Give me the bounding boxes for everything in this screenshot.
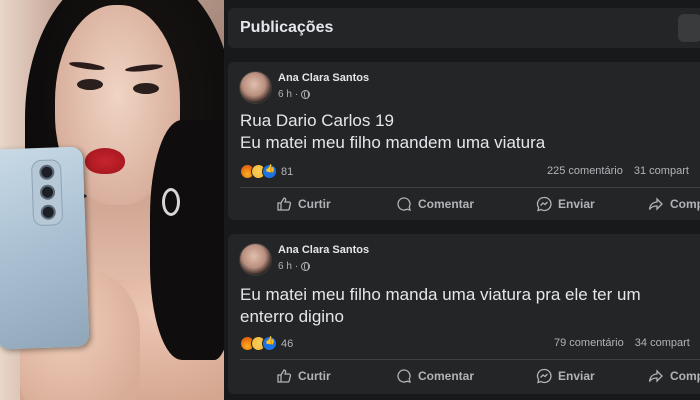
thumbs-up-icon: [277, 197, 292, 211]
header-options-button[interactable]: [678, 14, 700, 42]
phone-lens: [39, 164, 55, 180]
post-meta: 6 h ·: [278, 89, 311, 100]
like-button[interactable]: Curtir: [276, 190, 331, 218]
comment-count-link[interactable]: 79 comentário: [554, 337, 624, 349]
photo-hair-side: [150, 120, 224, 360]
posts-section-header: Publicações: [228, 8, 700, 48]
facebook-feed: Publicações Ana Clara Santos 6 h · Rua D…: [224, 0, 700, 400]
speech-bubble-icon: [397, 369, 411, 383]
photo-brow-right: [124, 63, 164, 73]
divider: [240, 359, 700, 360]
like-button[interactable]: Curtir: [276, 362, 331, 390]
phone-lens: [39, 184, 56, 200]
send-label: Enviar: [558, 369, 595, 383]
reactions-summary[interactable]: 81: [240, 164, 293, 179]
comment-count-link[interactable]: 225 comentário: [547, 165, 623, 177]
send-label: Enviar: [558, 197, 595, 211]
share-button[interactable]: Comp: [648, 362, 700, 390]
post-card: Ana Clara Santos 6 h · Eu matei meu filh…: [228, 234, 700, 394]
photo-lips: [85, 148, 125, 174]
post-stats: 225 comentário 31 compart: [547, 165, 700, 177]
comment-label: Comentar: [418, 369, 475, 383]
like-reaction-icon: [262, 164, 277, 179]
post-text-line: Rua Dario Carlos 19: [240, 111, 395, 130]
like-reaction-icon: [262, 336, 277, 351]
divider: [240, 187, 700, 188]
share-arrow-icon: [648, 197, 663, 211]
share-count-link[interactable]: 31 compart: [634, 165, 689, 177]
post-text-line: Eu matei meu filho manda uma viatura pra…: [240, 285, 641, 304]
share-count-link[interactable]: 34 compart: [635, 337, 690, 349]
phone-camera-module: [30, 159, 64, 227]
comment-button[interactable]: Comentar: [396, 362, 474, 390]
comment-label: Comentar: [418, 197, 475, 211]
photo-earring: [162, 188, 180, 216]
speech-bubble-icon: [397, 197, 411, 211]
messenger-icon: [536, 196, 552, 212]
share-label: Comp: [670, 197, 700, 211]
reaction-count: 81: [281, 165, 294, 178]
like-label: Curtir: [298, 197, 331, 211]
post-card: Ana Clara Santos 6 h · Rua Dario Carlos …: [228, 62, 700, 220]
photo-eye-left: [77, 79, 103, 90]
post-actions: Curtir Comentar Enviar Comp: [228, 362, 700, 390]
post-stats: 79 comentário 34 compart: [554, 337, 700, 349]
share-label: Comp: [670, 369, 700, 383]
profile-photo: [0, 0, 224, 400]
post-text-line: enterro digino: [240, 307, 344, 326]
avatar[interactable]: [239, 243, 272, 276]
share-arrow-icon: [648, 369, 663, 383]
messenger-icon: [536, 368, 552, 384]
post-actions: Curtir Comentar Enviar Comp: [228, 190, 700, 218]
post-time[interactable]: 6 h: [278, 261, 292, 272]
photo-phone: [0, 146, 90, 350]
thumbs-up-icon: [277, 369, 292, 383]
post-text-line: Eu matei meu filho mandem uma viatura: [240, 133, 546, 152]
send-button[interactable]: Enviar: [536, 190, 595, 218]
globe-icon: [301, 90, 311, 99]
reactions-summary[interactable]: 46: [240, 336, 293, 351]
post-author[interactable]: Ana Clara Santos: [278, 244, 369, 256]
post-time[interactable]: 6 h: [278, 89, 292, 100]
phone-lens: [40, 204, 57, 220]
post-meta: 6 h ·: [278, 261, 311, 272]
photo-eye-right: [133, 83, 159, 94]
post-author[interactable]: Ana Clara Santos: [278, 72, 369, 84]
meta-separator: ·: [294, 261, 299, 272]
send-button[interactable]: Enviar: [536, 362, 595, 390]
like-label: Curtir: [298, 369, 331, 383]
globe-icon: [301, 262, 311, 271]
photo-brow-left: [68, 60, 106, 72]
comment-button[interactable]: Comentar: [396, 190, 474, 218]
post-text: Eu matei meu filho manda uma viatura pra…: [240, 284, 700, 328]
section-title: Publicações: [240, 19, 334, 36]
reaction-count: 46: [281, 337, 294, 350]
meta-separator: ·: [294, 89, 299, 100]
post-text: Rua Dario Carlos 19 Eu matei meu filho m…: [240, 110, 700, 154]
share-button[interactable]: Comp: [648, 190, 700, 218]
avatar[interactable]: [239, 71, 272, 104]
